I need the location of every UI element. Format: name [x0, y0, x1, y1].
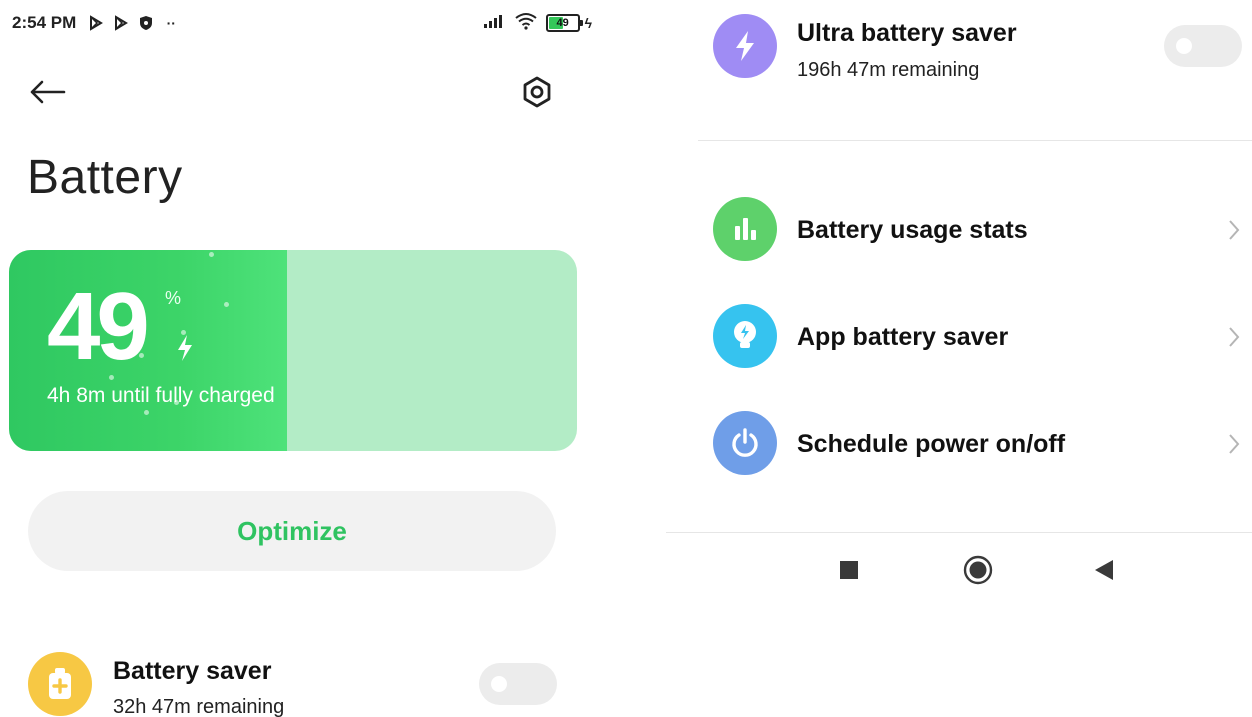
home-button[interactable]	[956, 548, 1000, 592]
battery-screen-left: 2:54 PM ·· 49 ϟ Battery 49 % 4h 8m until…	[0, 0, 600, 717]
power-icon	[713, 411, 777, 475]
signal-icon	[482, 13, 506, 34]
battery-screen-right: Ultra battery saver 196h 47m remaining B…	[600, 0, 1252, 717]
arrow-left-icon	[30, 80, 66, 104]
battery-status-level: 49	[556, 17, 569, 29]
play-store-icon	[86, 13, 106, 33]
menu-item-label: App battery saver	[797, 323, 1009, 351]
chevron-right-icon	[1224, 429, 1244, 459]
hexagon-settings-icon	[523, 76, 551, 108]
shield-icon	[136, 13, 156, 33]
battery-saver-icon	[28, 652, 92, 716]
ultra-battery-saver-title: Ultra battery saver	[797, 19, 1017, 47]
recents-square-icon	[840, 561, 858, 579]
recents-button[interactable]	[827, 548, 871, 592]
charging-icon: ϟ	[584, 15, 592, 31]
ultra-battery-saver-toggle[interactable]	[1164, 25, 1242, 67]
lightbulb-icon	[713, 304, 777, 368]
home-circle-icon	[963, 555, 993, 585]
chevron-right-icon	[1224, 215, 1244, 245]
back-triangle-icon	[1095, 560, 1113, 580]
optimize-button[interactable]: Optimize	[28, 491, 556, 571]
battery-status-icon: 49 ϟ	[545, 14, 592, 32]
settings-button[interactable]	[516, 72, 558, 112]
charging-bolt-icon	[175, 334, 195, 367]
battery-percent: 49	[47, 273, 150, 380]
wifi-icon	[514, 12, 538, 35]
menu-item-label: Schedule power on/off	[797, 430, 1066, 458]
battery-level-card: 49 % 4h 8m until fully charged	[9, 250, 577, 451]
percent-sign: %	[165, 288, 182, 308]
lightning-icon	[713, 14, 777, 78]
ultra-battery-saver-subtitle: 196h 47m remaining	[797, 59, 980, 81]
section-divider	[698, 140, 1252, 141]
charge-time-text: 4h 8m until fully charged	[47, 384, 275, 407]
bar-chart-icon	[713, 197, 777, 261]
back-nav-button[interactable]	[1082, 548, 1126, 592]
back-button[interactable]	[28, 72, 72, 112]
battery-saver-toggle[interactable]	[479, 663, 557, 705]
play-store-icon	[111, 13, 131, 33]
status-bar: 2:54 PM ·· 49 ϟ	[12, 10, 592, 36]
status-right-icons: 49 ϟ	[482, 10, 592, 36]
page-title: Battery	[27, 151, 183, 204]
menu-item-label: Battery usage stats	[797, 216, 1028, 244]
chevron-right-icon	[1224, 322, 1244, 352]
status-time: 2:54 PM	[12, 13, 77, 32]
more-dots-icon: ··	[166, 15, 176, 31]
battery-saver-subtitle: 32h 47m remaining	[113, 696, 285, 717]
battery-saver-title: Battery saver	[113, 657, 272, 685]
navigation-bar	[600, 532, 1252, 612]
